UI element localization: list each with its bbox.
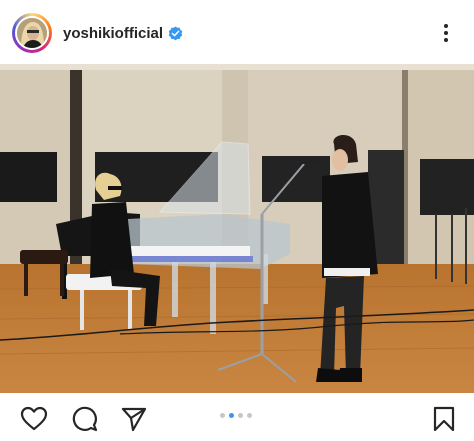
comment-icon[interactable] bbox=[70, 405, 98, 433]
carousel-dot-active bbox=[229, 413, 234, 418]
story-ring[interactable] bbox=[12, 13, 52, 53]
action-bar bbox=[0, 393, 474, 441]
carousel-dot bbox=[247, 413, 252, 418]
verified-badge-icon bbox=[168, 26, 183, 41]
paper-plane-icon[interactable] bbox=[120, 405, 148, 433]
post-header: yoshikiofficial bbox=[0, 0, 474, 64]
post-photo[interactable] bbox=[0, 64, 474, 393]
profile-avatar[interactable] bbox=[15, 16, 49, 50]
carousel-dot bbox=[238, 413, 243, 418]
heart-icon[interactable] bbox=[20, 405, 48, 433]
bookmark-icon[interactable] bbox=[430, 405, 458, 433]
username-link[interactable]: yoshikiofficial bbox=[63, 25, 163, 42]
more-vertical-icon[interactable] bbox=[440, 21, 452, 45]
carousel-indicator bbox=[220, 413, 260, 419]
carousel-dot bbox=[220, 413, 225, 418]
